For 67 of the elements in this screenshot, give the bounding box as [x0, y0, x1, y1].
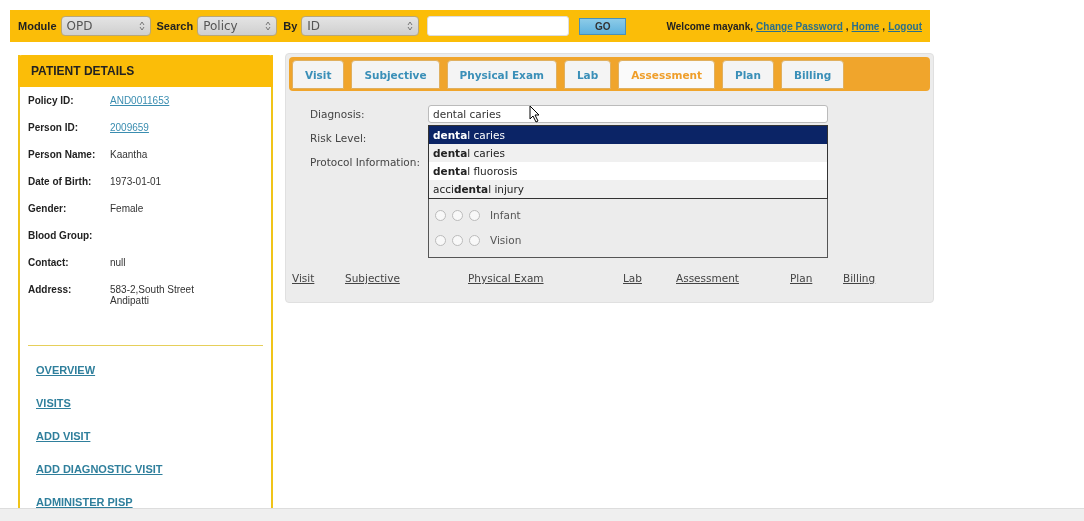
separator-comma: , — [882, 20, 886, 32]
nav-link[interactable]: ADD DIAGNOSTIC VISIT — [36, 463, 163, 476]
field-label: Person Name: — [28, 149, 97, 160]
module-select[interactable]: OPD — [60, 16, 151, 36]
bottom-link[interactable]: Billing — [843, 272, 876, 284]
tab[interactable]: Physical Exam — [446, 60, 557, 89]
header-link[interactable]: Logout — [888, 20, 922, 32]
go-button[interactable]: GO — [579, 17, 627, 35]
field-label: Address: — [28, 284, 73, 295]
radio-button[interactable] — [469, 209, 480, 221]
suggestion-item[interactable]: accidental injury — [429, 180, 827, 198]
field-value: Female — [110, 203, 145, 214]
caret-icon — [138, 21, 145, 31]
bottom-link[interactable]: Visit — [292, 272, 315, 284]
protocol-name: Infant — [490, 209, 521, 221]
radio-button[interactable] — [435, 234, 446, 246]
tab[interactable]: Plan — [722, 60, 774, 89]
field-link[interactable]: AND0011653 — [110, 95, 170, 106]
search-select[interactable]: Policy — [197, 16, 278, 36]
header-link[interactable]: Home — [851, 20, 880, 32]
bottom-link[interactable]: Physical Exam — [468, 272, 544, 284]
search-label: Search — [156, 20, 194, 32]
diagnosis-label: Diagnosis: — [310, 107, 366, 122]
nav-link[interactable]: ADMINISTER PISP — [36, 496, 133, 509]
caret-icon — [265, 21, 272, 31]
field-label: Policy ID: — [28, 95, 75, 106]
field-value: 1973-01-01 — [110, 176, 163, 187]
field-label: Date of Birth: — [28, 176, 93, 187]
cursor-icon — [529, 105, 541, 123]
field-label: Blood Group: — [28, 230, 94, 241]
bottom-link[interactable]: Subjective — [345, 272, 400, 284]
risk-label: Risk Level: — [310, 131, 368, 146]
tab[interactable]: Lab — [563, 60, 612, 89]
protocol-name: Vision — [490, 234, 522, 246]
suggestion-item[interactable]: dental caries — [429, 126, 827, 144]
tab[interactable]: Subjective — [351, 60, 440, 89]
tab[interactable]: Billing — [780, 60, 845, 89]
field-label: Person ID: — [28, 122, 79, 133]
field-value: Kaantha — [110, 149, 149, 160]
radio-button[interactable] — [452, 234, 463, 246]
bottom-link[interactable]: Plan — [790, 272, 813, 284]
nav-link[interactable]: OVERVIEW — [36, 364, 96, 377]
diagnosis-field[interactable]: dental caries — [428, 105, 828, 123]
radio-button[interactable] — [435, 209, 446, 221]
by-label: By — [283, 20, 298, 32]
field-value: 583-2,South Street Andipatti — [110, 284, 195, 306]
nav-link[interactable]: VISITS — [36, 397, 71, 410]
welcome-text: Welcome mayank, — [666, 20, 754, 32]
panel-title: PATIENT DETAILS — [18, 55, 273, 87]
field-label: Gender: — [28, 203, 68, 214]
module-label: Module — [18, 20, 57, 32]
field-label: Contact: — [28, 257, 70, 268]
tab[interactable]: Visit — [292, 60, 345, 89]
header-link[interactable]: Change Password — [756, 20, 843, 32]
separator-comma: , — [845, 20, 849, 32]
radio-button[interactable] — [469, 234, 480, 246]
field-link[interactable]: 2009659 — [110, 122, 149, 133]
nav-link[interactable]: ADD VISIT — [36, 430, 91, 443]
bottom-link[interactable]: Assessment — [676, 272, 739, 284]
field-value: null — [110, 257, 127, 268]
caret-icon — [407, 21, 414, 31]
suggestion-item[interactable]: dental caries — [429, 144, 827, 162]
bottom-link[interactable]: Lab — [623, 272, 642, 284]
by-select[interactable]: ID — [301, 16, 420, 36]
radio-button[interactable] — [452, 209, 463, 221]
protocol-label: Protocol Information: — [310, 155, 421, 170]
search-field[interactable] — [427, 16, 570, 36]
